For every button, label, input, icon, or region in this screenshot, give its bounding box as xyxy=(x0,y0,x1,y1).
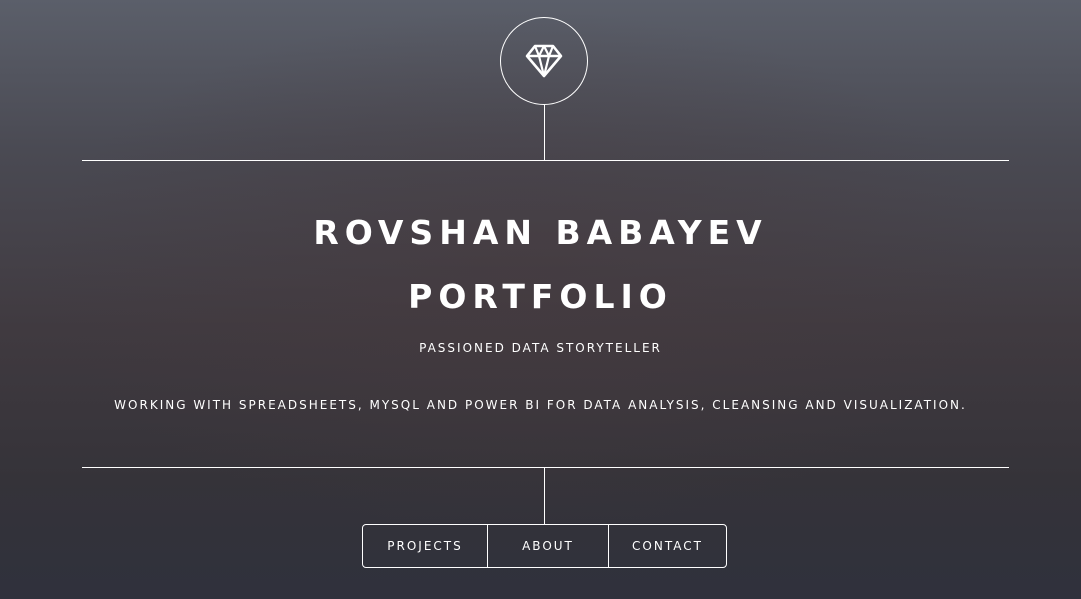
connector-line-top xyxy=(544,104,545,161)
divider-top xyxy=(82,160,1009,161)
connector-line-bottom xyxy=(544,467,545,524)
logo xyxy=(500,17,588,105)
divider-bottom xyxy=(82,467,1009,468)
description: WORKING WITH SPREADSHEETS, MYSQL AND POW… xyxy=(114,398,967,412)
nav-about-link[interactable]: ABOUT xyxy=(487,525,608,567)
tagline: PASSIONED DATA STORYTELLER xyxy=(419,341,662,355)
page-subtitle: PORTFOLIO xyxy=(408,277,673,316)
page-title: ROVSHAN BABAYEV xyxy=(313,213,768,252)
diamond-icon xyxy=(525,44,563,78)
main-nav: PROJECTS ABOUT CONTACT xyxy=(362,524,727,568)
nav-contact-link[interactable]: CONTACT xyxy=(608,525,726,567)
nav-projects-link[interactable]: PROJECTS xyxy=(363,525,487,567)
